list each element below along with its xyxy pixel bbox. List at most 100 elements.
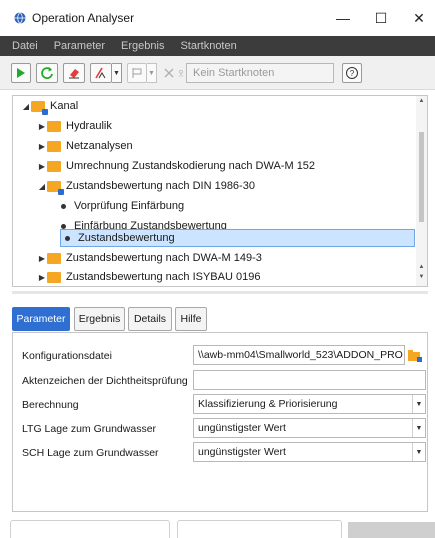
tree-scrollbar[interactable]: ▲ ▲ ▼ xyxy=(416,96,427,286)
help-button[interactable]: ? xyxy=(342,63,362,83)
delete-icon xyxy=(164,68,174,78)
bottom-panel-tab[interactable] xyxy=(177,520,342,538)
tree-item-label: Zustandsbewertung nach ISYBAU 0196 xyxy=(66,271,261,283)
eraser-icon xyxy=(69,69,79,79)
scroll-up-icon[interactable]: ▲ xyxy=(416,98,427,104)
chevron-down-icon[interactable]: ▼ xyxy=(412,419,425,437)
title-bar: Operation Analyser — ☐ ✕ xyxy=(0,0,435,36)
minimize-icon: — xyxy=(336,10,350,26)
sch-groundwater-select[interactable]: ungünstigster Wert ▼ xyxy=(193,442,426,462)
tab-parameter[interactable]: Parameter xyxy=(12,307,70,331)
app-globe-icon xyxy=(14,12,26,24)
start-node-field[interactable]: Kein Startknoten xyxy=(186,63,334,83)
refresh-icon xyxy=(41,67,53,79)
maximize-icon: ☐ xyxy=(374,9,388,26)
tree-item-zustandsbewertung-selected[interactable]: Zustandsbewertung xyxy=(60,229,415,247)
menu-startknoten[interactable]: Startknoten xyxy=(180,40,236,52)
tree-item-label: Zustandsbewertung xyxy=(78,232,175,244)
seal-test-ref-input[interactable] xyxy=(193,370,426,390)
sch-groundwater-value: ungünstigster Wert xyxy=(198,446,286,458)
eraser-button[interactable] xyxy=(63,63,85,83)
bullet-icon xyxy=(65,235,70,241)
chevron-down-icon[interactable]: ▼ xyxy=(412,443,425,461)
scroll-up-icon[interactable]: ▲ xyxy=(416,264,427,270)
run-button[interactable] xyxy=(11,63,31,83)
tree-item-umrechnung[interactable]: ▶ Umrechnung Zustandskodierung nach DWA-… xyxy=(13,156,413,176)
tree-item-label: Hydraulik xyxy=(66,120,112,132)
flag-icon xyxy=(132,68,142,78)
folder-icon xyxy=(47,140,61,152)
tree-item-dwa-m-149-3[interactable]: ▶ Zustandsbewertung nach DWA-M 149-3 xyxy=(13,248,413,268)
toolbar: ▼ ▼ Kein Startknoten ? xyxy=(0,56,435,90)
refresh-button[interactable] xyxy=(36,63,58,83)
tree-item-label: Kanal xyxy=(50,100,79,112)
calculation-select[interactable]: Klassifizierung & Priorisierung ▼ xyxy=(193,394,426,414)
menu-ergebnis[interactable]: Ergebnis xyxy=(121,40,164,52)
flag-button[interactable] xyxy=(127,63,147,83)
calculation-value: Klassifizierung & Priorisierung xyxy=(198,398,338,410)
pipe-selection-icon xyxy=(95,67,106,79)
scroll-down-icon[interactable]: ▼ xyxy=(416,274,427,280)
calculation-label: Berechnung xyxy=(22,399,79,411)
collapse-arrow-icon[interactable]: ◢ xyxy=(37,182,47,191)
tree-item-din-1986-30[interactable]: ◢ Zustandsbewertung nach DIN 1986-30 xyxy=(13,176,413,196)
bottom-panel-tab[interactable] xyxy=(10,520,170,538)
config-file-input[interactable]: \\awb-mm04\Smallworld_523\ADDON_PRO xyxy=(193,345,405,365)
operation-tree: ◢ Kanal ▶ Hydraulik ▶ Netzanalysen ▶ Umr… xyxy=(12,95,428,287)
menu-parameter[interactable]: Parameter xyxy=(54,40,105,52)
tree-item-label: Umrechnung Zustandskodierung nach DWA-M … xyxy=(66,160,316,172)
scrollbar-thumb[interactable] xyxy=(419,132,424,222)
chevron-down-icon[interactable]: ▼ xyxy=(412,395,425,413)
tree-item-kanal[interactable]: ◢ Kanal xyxy=(13,96,413,116)
menu-bar: Datei Parameter Ergebnis Startknoten xyxy=(0,36,435,56)
expand-arrow-icon[interactable]: ▶ xyxy=(37,122,47,131)
help-icon: ? xyxy=(346,67,358,79)
ltg-groundwater-label: LTG Lage zum Grundwasser xyxy=(22,423,157,435)
collapse-arrow-icon[interactable]: ◢ xyxy=(21,102,31,111)
window-title: Operation Analyser xyxy=(32,11,135,25)
tree-item-hydraulik[interactable]: ▶ Hydraulik xyxy=(13,116,413,136)
delete-button[interactable] xyxy=(160,63,178,83)
folder-special-icon xyxy=(47,180,64,195)
pipe-selection-dropdown[interactable]: ▼ xyxy=(112,63,122,83)
pin-icon xyxy=(178,70,184,77)
folder-icon xyxy=(47,252,61,264)
tree-item-vorpruefung[interactable]: Vorprüfung Einfärbung xyxy=(13,196,413,216)
ltg-groundwater-value: ungünstigster Wert xyxy=(198,422,286,434)
close-button[interactable]: ✕ xyxy=(396,0,435,36)
bullet-icon xyxy=(61,223,66,229)
folder-icon xyxy=(47,271,61,283)
expand-arrow-icon[interactable]: ▶ xyxy=(37,273,47,282)
ltg-groundwater-select[interactable]: ungünstigster Wert ▼ xyxy=(193,418,426,438)
tree-item-label: Zustandsbewertung nach DWA-M 149-3 xyxy=(66,252,262,264)
flag-dropdown[interactable]: ▼ xyxy=(147,63,157,83)
config-file-label: Konfigurationsdatei xyxy=(22,350,112,362)
bullet-icon xyxy=(61,203,66,209)
tree-item-netzanalysen[interactable]: ▶ Netzanalysen xyxy=(13,136,413,156)
tree-item-label: Zustandsbewertung nach DIN 1986-30 xyxy=(66,180,255,192)
tab-ergebnis[interactable]: Ergebnis xyxy=(74,307,125,331)
seal-test-ref-label: Aktenzeichen der Dichtheitsprüfung xyxy=(22,375,188,387)
bottom-panel-area xyxy=(348,522,435,538)
tree-item-label: Netzanalysen xyxy=(66,140,133,152)
svg-text:?: ? xyxy=(350,69,355,78)
play-icon xyxy=(17,68,25,78)
tab-details[interactable]: Details xyxy=(128,307,172,331)
tree-item-isybau-0196[interactable]: ▶ Zustandsbewertung nach ISYBAU 0196 xyxy=(13,267,413,287)
pin-button[interactable] xyxy=(178,63,184,83)
pipe-selection-button[interactable] xyxy=(90,63,112,83)
tab-hilfe[interactable]: Hilfe xyxy=(175,307,207,331)
panel-splitter[interactable] xyxy=(12,291,428,294)
folder-icon xyxy=(47,120,61,132)
folder-special-icon xyxy=(31,100,48,115)
parameter-form: Konfigurationsdatei \\awb-mm04\Smallworl… xyxy=(12,332,428,512)
close-icon: ✕ xyxy=(413,9,425,26)
sch-groundwater-label: SCH Lage zum Grundwasser xyxy=(22,447,159,459)
expand-arrow-icon[interactable]: ▶ xyxy=(37,162,47,171)
menu-datei[interactable]: Datei xyxy=(12,40,38,52)
tree-item-label: Vorprüfung Einfärbung xyxy=(74,200,185,212)
folder-icon xyxy=(47,160,61,172)
expand-arrow-icon[interactable]: ▶ xyxy=(37,254,47,263)
expand-arrow-icon[interactable]: ▶ xyxy=(37,142,47,151)
browse-folder-icon[interactable] xyxy=(407,349,423,363)
